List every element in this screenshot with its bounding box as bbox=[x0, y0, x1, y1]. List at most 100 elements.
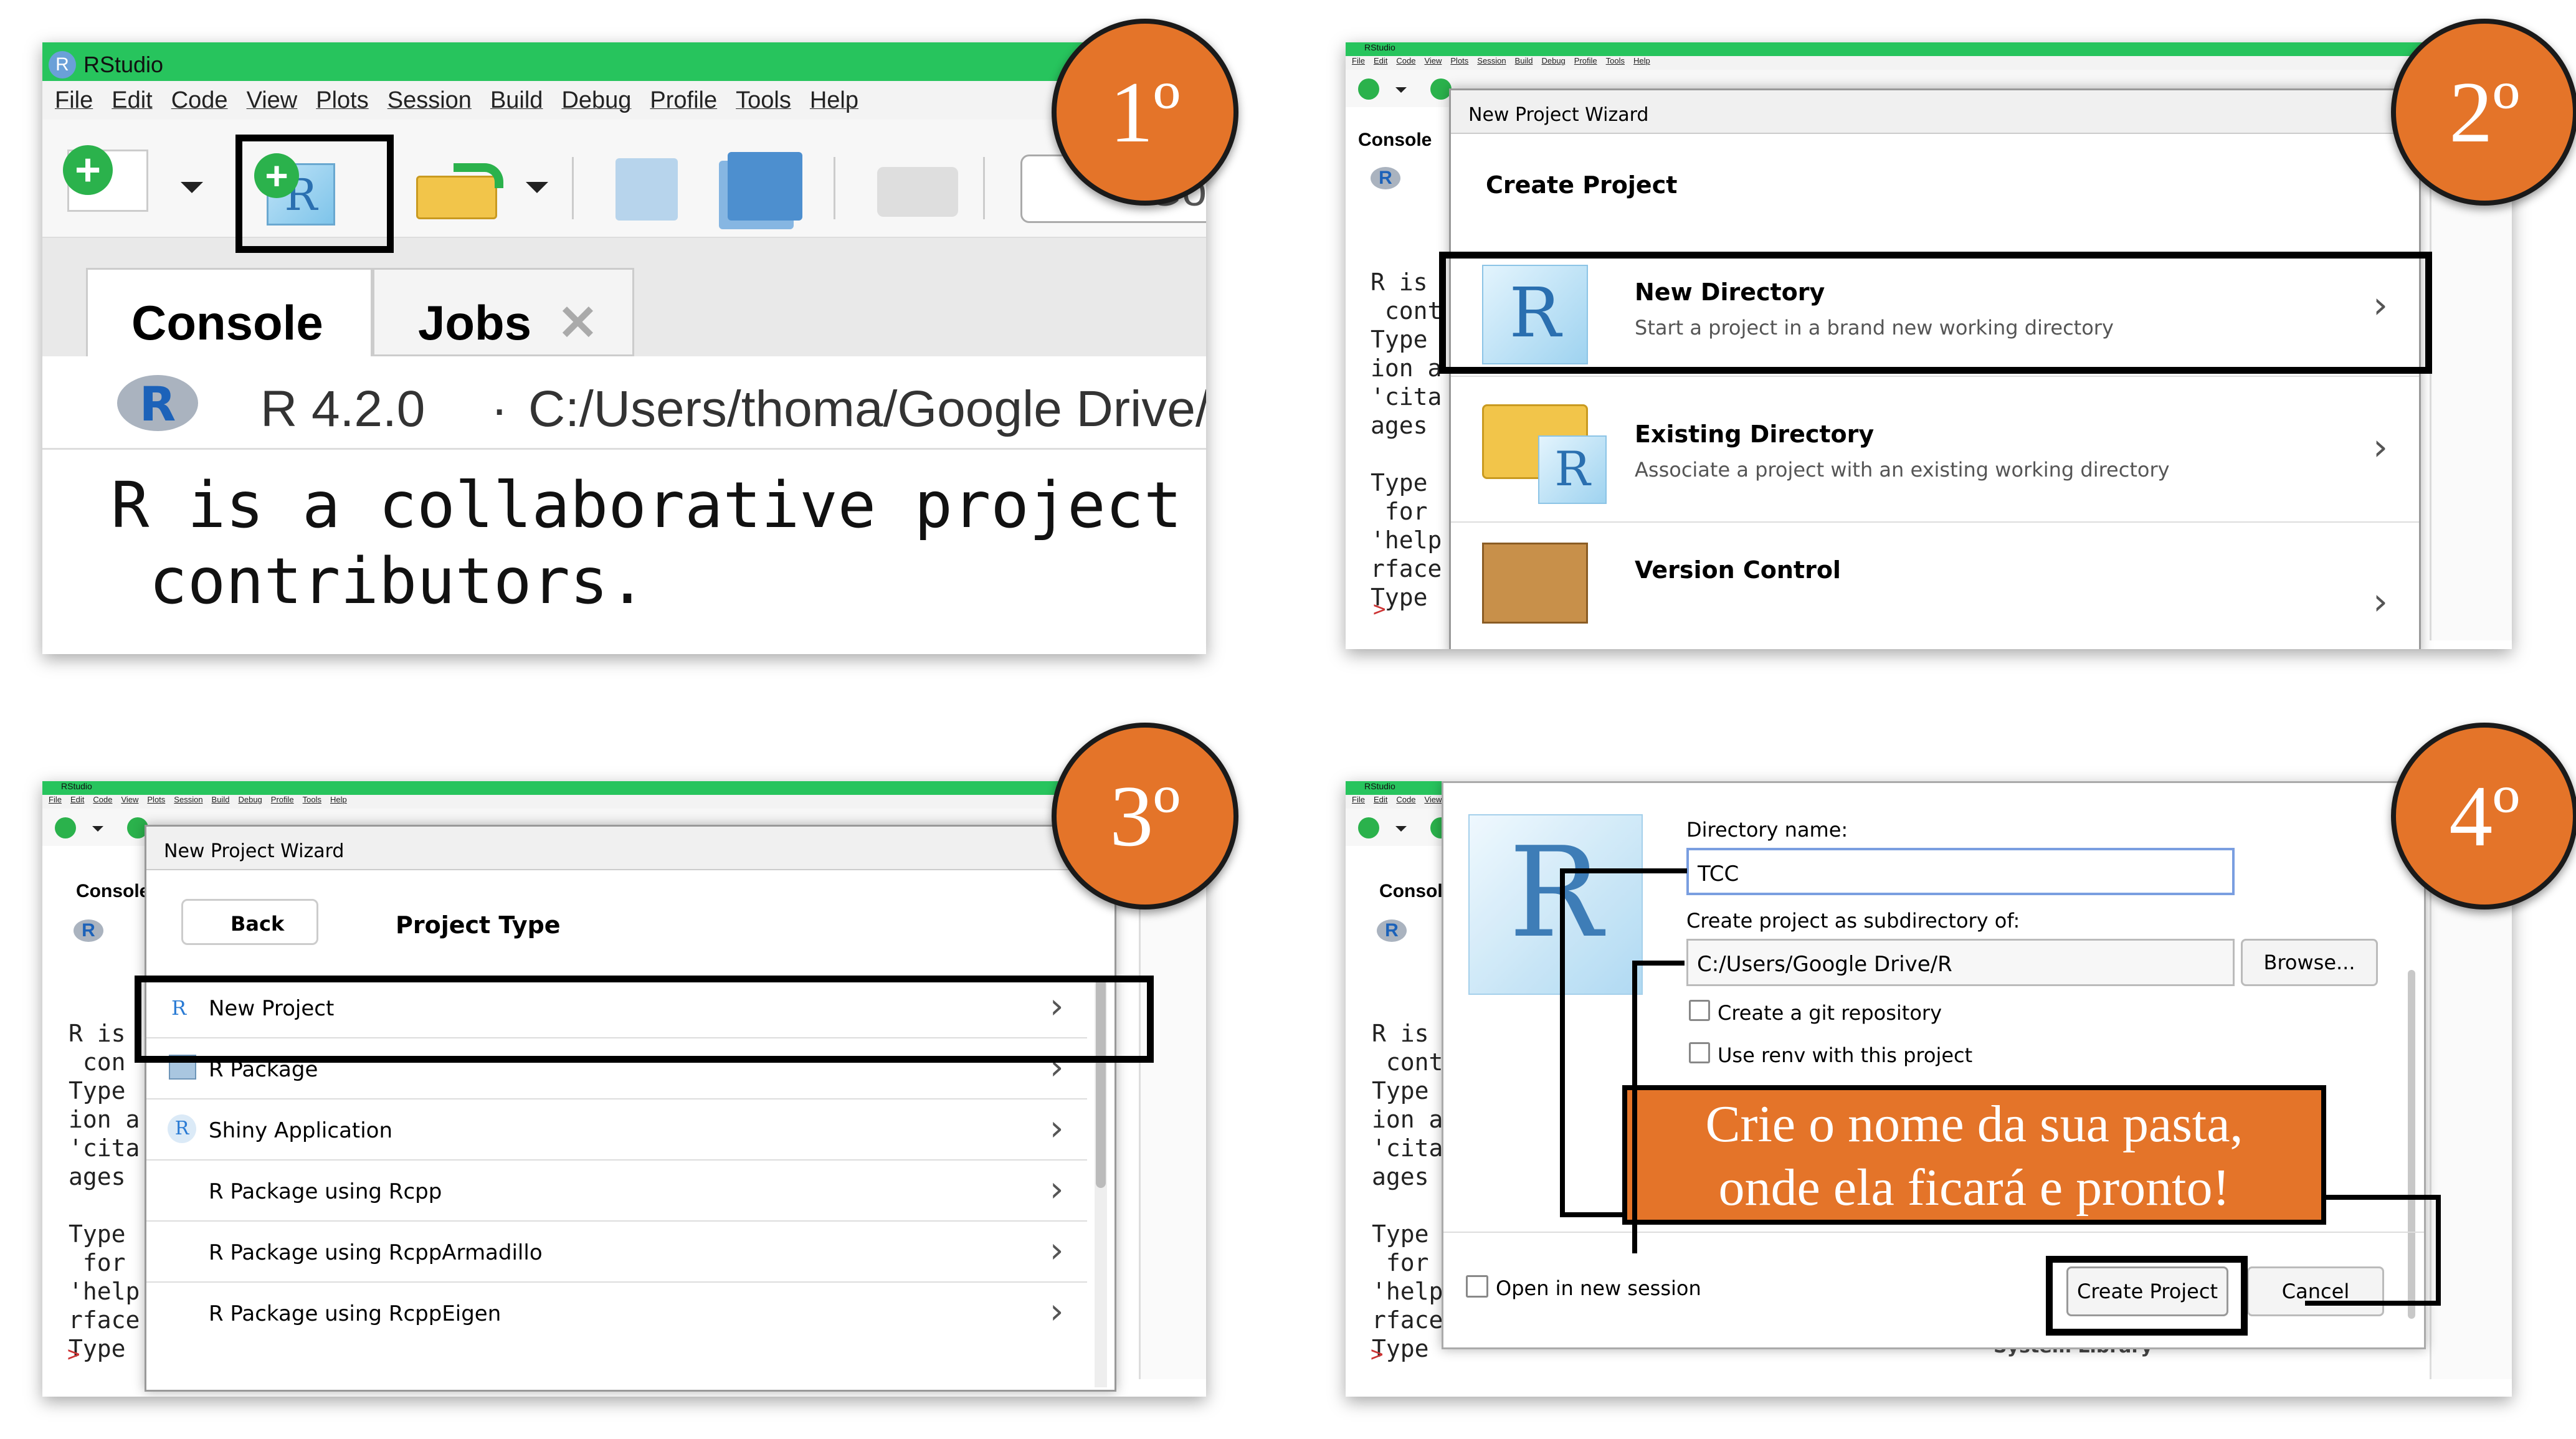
menu-tools[interactable]: Tools bbox=[736, 87, 791, 120]
save-all-icon[interactable] bbox=[728, 152, 802, 221]
tab-jobs[interactable]: Jobs ✕ bbox=[373, 268, 634, 356]
open-project-button[interactable] bbox=[416, 163, 510, 219]
list-item-rcpp[interactable]: R Package using Rcpp › bbox=[146, 1161, 1087, 1222]
menu-help[interactable]: Help bbox=[810, 87, 858, 120]
menu-plots[interactable]: Plots bbox=[1450, 56, 1468, 70]
list-item-rcppeigen[interactable]: R Package using RcppEigen › bbox=[146, 1283, 1087, 1344]
menu-debug[interactable]: Debug bbox=[561, 87, 631, 120]
dialog-title-bar: New Project Wizard bbox=[146, 827, 1115, 870]
menu-code[interactable]: Code bbox=[1396, 56, 1415, 70]
menu-code[interactable]: Code bbox=[171, 87, 228, 120]
menu-plots[interactable]: Plots bbox=[316, 87, 368, 120]
list-item-rcpparmadillo[interactable]: R Package using RcppArmadillo › bbox=[146, 1222, 1087, 1283]
chevron-right-icon: › bbox=[1050, 1108, 1064, 1149]
new-project-button[interactable]: R + bbox=[242, 145, 354, 232]
menu-bar: File Edit Code View Plots Session Build Debug Pr… bbox=[1346, 56, 2512, 70]
menu-edit[interactable]: Edit bbox=[1374, 795, 1387, 809]
dropdown-arrow-icon[interactable] bbox=[92, 826, 103, 832]
menu-edit[interactable]: Edit bbox=[70, 795, 84, 809]
right-pane bbox=[2430, 881, 2512, 1379]
menu-code[interactable]: Code bbox=[93, 795, 112, 809]
dropdown-arrow-icon[interactable] bbox=[181, 182, 203, 193]
plus-icon[interactable] bbox=[55, 817, 76, 838]
dropdown-arrow-icon[interactable] bbox=[526, 182, 548, 193]
menu-view[interactable]: View bbox=[247, 87, 298, 120]
step-badge-2: 2º bbox=[2391, 19, 2576, 206]
console-tab[interactable]: Console bbox=[1358, 130, 1432, 151]
menu-session[interactable]: Session bbox=[387, 87, 472, 120]
menu-view[interactable]: View bbox=[1424, 56, 1442, 70]
close-icon[interactable]: ✕ bbox=[558, 295, 598, 350]
plus-icon: + bbox=[63, 145, 113, 195]
menu-file[interactable]: File bbox=[1352, 56, 1365, 70]
menu-debug[interactable]: Debug bbox=[1541, 56, 1565, 70]
menu-plots[interactable]: Plots bbox=[147, 795, 165, 809]
list-scrollbar[interactable] bbox=[1095, 976, 1107, 1387]
menu-build[interactable]: Build bbox=[212, 795, 230, 809]
browse-button[interactable]: Browse... bbox=[2241, 939, 2378, 986]
dropdown-arrow-icon[interactable] bbox=[1395, 87, 1407, 93]
menu-profile[interactable]: Profile bbox=[650, 87, 717, 120]
console-text: R is con Type ion a'cita ages Type for'help… bbox=[69, 962, 140, 1397]
menu-build[interactable]: Build bbox=[490, 87, 543, 120]
tab-console[interactable]: Console bbox=[86, 268, 373, 356]
console-prompt[interactable]: > bbox=[67, 1342, 80, 1367]
menu-help[interactable]: Help bbox=[1633, 56, 1650, 70]
directory-name-label: Directory name: bbox=[1686, 818, 1848, 842]
plus-icon[interactable] bbox=[1358, 78, 1379, 100]
step-badge-4: 4º bbox=[2391, 723, 2576, 909]
console-line: ion a bbox=[1371, 354, 1442, 382]
option-new-directory[interactable]: R New Directory Start a project in a bra… bbox=[1451, 252, 2419, 377]
cancel-button[interactable]: Cancel bbox=[2247, 1266, 2384, 1316]
menu-file[interactable]: File bbox=[1352, 795, 1365, 809]
scrollbar-thumb[interactable] bbox=[1096, 976, 1106, 1188]
option-version-control[interactable]: Version Control › bbox=[1451, 524, 2419, 648]
list-item-r-package[interactable]: R Package › bbox=[146, 1038, 1087, 1099]
menu-view[interactable]: View bbox=[121, 795, 138, 809]
instruction-callout: Crie o nome da sua pasta, onde ela ficar… bbox=[1622, 1085, 2326, 1225]
option-existing-directory[interactable]: R Existing Directory Associate a project… bbox=[1451, 386, 2419, 523]
renv-checkbox[interactable] bbox=[1689, 1042, 1710, 1063]
console-line: R is bbox=[1371, 268, 1428, 296]
menu-file[interactable]: File bbox=[49, 795, 62, 809]
menu-code[interactable]: Code bbox=[1396, 795, 1415, 809]
console-tab-label: Console bbox=[1358, 130, 1432, 150]
menu-tools[interactable]: Tools bbox=[303, 795, 321, 809]
console-prompt[interactable]: > bbox=[1371, 1342, 1383, 1367]
menu-debug[interactable]: Debug bbox=[238, 795, 262, 809]
create-project-button[interactable]: Create Project bbox=[2066, 1266, 2228, 1316]
git-checkbox[interactable] bbox=[1689, 1000, 1710, 1021]
plus-icon[interactable] bbox=[1430, 78, 1452, 100]
app-title: RStudio bbox=[1364, 781, 1395, 791]
menu-profile[interactable]: Profile bbox=[1574, 56, 1597, 70]
menu-edit[interactable]: Edit bbox=[112, 87, 152, 120]
menu-profile[interactable]: Profile bbox=[271, 795, 294, 809]
menu-edit[interactable]: Edit bbox=[1374, 56, 1387, 70]
directory-name-input[interactable]: TCC bbox=[1686, 848, 2235, 895]
print-icon[interactable] bbox=[877, 167, 958, 217]
console-tab[interactable]: Console bbox=[76, 881, 150, 902]
back-button[interactable]: Back bbox=[181, 899, 318, 945]
working-directory-path[interactable]: C:/Users/thoma/Google Drive/ bbox=[528, 380, 1206, 439]
console-prompt[interactable]: > bbox=[1373, 597, 1385, 622]
list-item-shiny-application[interactable]: R Shiny Application › bbox=[146, 1099, 1087, 1161]
subdirectory-input[interactable]: C:/Users/Google Drive/R bbox=[1686, 939, 2235, 986]
save-icon[interactable] bbox=[615, 158, 678, 221]
console-line: ages bbox=[69, 1163, 126, 1190]
new-file-button[interactable]: + bbox=[63, 145, 148, 212]
chevron-right-icon: › bbox=[1050, 1291, 1064, 1332]
menu-session[interactable]: Session bbox=[174, 795, 202, 809]
menu-session[interactable]: Session bbox=[1477, 56, 1506, 70]
menu-view[interactable]: View bbox=[1424, 795, 1442, 809]
menu-build[interactable]: Build bbox=[1515, 56, 1533, 70]
chevron-right-icon: › bbox=[2373, 283, 2388, 327]
dropdown-arrow-icon[interactable] bbox=[1395, 826, 1407, 832]
plus-icon[interactable] bbox=[1358, 817, 1379, 838]
menu-file[interactable]: File bbox=[55, 87, 93, 120]
list-item-new-project[interactable]: R New Project › bbox=[146, 977, 1087, 1038]
menu-help[interactable]: Help bbox=[330, 795, 347, 809]
dialog-scrollbar[interactable] bbox=[2408, 970, 2415, 1319]
open-new-session-checkbox[interactable] bbox=[1466, 1275, 1488, 1298]
menu-tools[interactable]: Tools bbox=[1606, 56, 1625, 70]
